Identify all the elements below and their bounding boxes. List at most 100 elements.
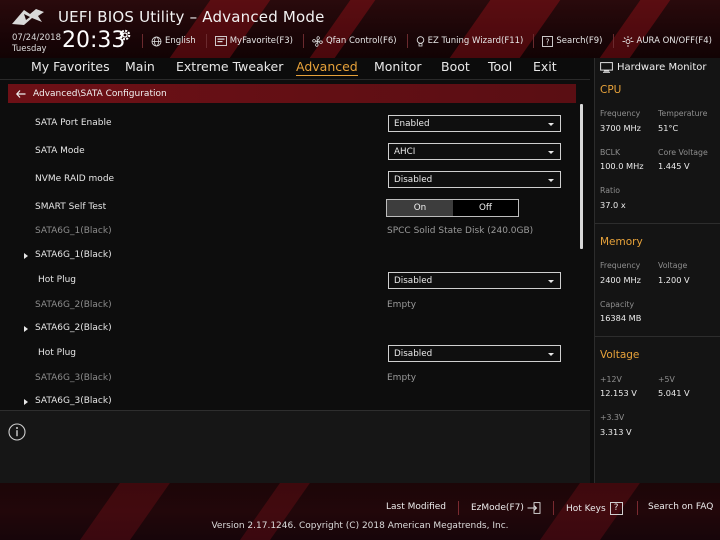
tab-tool[interactable]: Tool: [488, 59, 512, 74]
cpu-section-title: CPU: [600, 84, 622, 96]
header-toolbar: English MyFavorite(F3) Qfan Control(F6) …: [142, 33, 720, 49]
port-device-value: Empty: [387, 373, 417, 383]
info-row-sata6g-2: SATA6G_2(Black) Empty: [0, 296, 580, 318]
dropdown-caret-icon: [548, 179, 554, 182]
submenu-arrow-icon: [24, 326, 28, 332]
setting-label: Hot Plug: [38, 348, 77, 358]
ratio-value: 37.0 x: [600, 200, 626, 210]
search-on-faq-button[interactable]: Search on FAQ: [648, 502, 713, 512]
bclk-value: 100.0 MHz: [600, 161, 644, 171]
aura-icon: [622, 35, 633, 47]
copyright-text: Version 2.17.1246. Copyright (C) 2018 Am…: [211, 521, 509, 531]
submenu-label: SATA6G_1(Black): [35, 250, 112, 260]
submenu-label: SATA6G_2(Black): [35, 323, 112, 333]
gear-icon[interactable]: [118, 28, 132, 42]
v33-label: +3.3V: [600, 413, 625, 422]
ez-tuning-wizard-button[interactable]: EZ Tuning Wizard(F11): [416, 35, 524, 47]
tab-monitor[interactable]: Monitor: [374, 59, 422, 74]
footer-bar: Last Modified EzMode(F7) Hot Keys ? Sear…: [0, 483, 720, 540]
setting-row-sata-mode[interactable]: SATA Mode AHCI: [0, 142, 580, 164]
setting-label: NVMe RAID mode: [35, 174, 115, 184]
dropdown-caret-icon: [548, 123, 554, 126]
dropdown-caret-icon: [548, 353, 554, 356]
setting-row-sata-port-enable[interactable]: SATA Port Enable Enabled: [0, 114, 580, 136]
aura-toggle-button[interactable]: AURA ON/OFF(F4): [622, 35, 712, 47]
last-modified-button[interactable]: Last Modified: [386, 502, 446, 512]
rog-logo-icon: [12, 9, 44, 25]
tab-my-favorites[interactable]: My Favorites: [31, 59, 110, 74]
qfan-control-button[interactable]: Qfan Control(F6): [312, 35, 397, 47]
select-value: Disabled: [394, 276, 433, 286]
hot-keys-button[interactable]: Hot Keys ?: [566, 502, 623, 515]
hot-plug-1-select[interactable]: Disabled: [388, 272, 561, 289]
tab-boot[interactable]: Boot: [441, 59, 470, 74]
core-voltage-value: 1.445 V: [658, 161, 690, 171]
tab-extreme-tweaker[interactable]: Extreme Tweaker: [176, 59, 283, 74]
cpu-frequency-value: 3700 MHz: [600, 123, 641, 133]
toggle-off-option[interactable]: Off: [453, 200, 518, 216]
language-button[interactable]: English: [151, 36, 196, 47]
hot-keys-label: Hot Keys: [566, 503, 606, 514]
smart-self-test-toggle[interactable]: On Off: [386, 199, 519, 217]
memory-capacity-label: Capacity: [600, 300, 635, 309]
port-label: SATA6G_1(Black): [35, 226, 112, 236]
day-text: Tuesday: [12, 44, 47, 54]
tab-exit[interactable]: Exit: [533, 59, 557, 74]
settings-scrollbar[interactable]: [580, 104, 583, 249]
search-button[interactable]: ? Search(F9): [542, 35, 603, 47]
setting-row-smart-self-test[interactable]: SMART Self Test On Off: [0, 198, 580, 220]
port-device-value: Empty: [387, 300, 417, 310]
memory-frequency-label: Frequency: [600, 261, 641, 270]
dropdown-caret-icon: [548, 151, 554, 154]
submenu-arrow-icon: [24, 399, 28, 405]
sata-mode-select[interactable]: AHCI: [388, 143, 561, 160]
date-display: 07/24/2018 Tuesday: [12, 33, 61, 55]
tab-advanced[interactable]: Advanced: [296, 59, 358, 76]
setting-label: Hot Plug: [38, 275, 77, 285]
submenu-sata6g-2[interactable]: SATA6G_2(Black): [0, 319, 580, 341]
myfavorite-button[interactable]: MyFavorite(F3): [214, 36, 293, 46]
svg-text:?: ?: [546, 37, 550, 46]
hot-plug-2-select[interactable]: Disabled: [388, 345, 561, 362]
aura-label: AURA ON/OFF(F4): [636, 36, 712, 46]
setting-row-hot-plug-1[interactable]: Hot Plug Disabled: [0, 271, 580, 293]
back-arrow-icon[interactable]: [16, 89, 26, 98]
app-title: UEFI BIOS Utility – Advanced Mode: [58, 8, 325, 26]
language-label: English: [165, 36, 196, 46]
submenu-sata6g-3[interactable]: SATA6G_3(Black): [0, 392, 580, 406]
ezmode-button[interactable]: EzMode(F7): [471, 502, 541, 514]
help-key-icon: ?: [609, 502, 623, 515]
port-label: SATA6G_2(Black): [35, 300, 112, 310]
nvme-raid-mode-select[interactable]: Disabled: [388, 171, 561, 188]
select-value: Disabled: [394, 175, 433, 185]
setting-row-nvme-raid-mode[interactable]: NVMe RAID mode Disabled: [0, 170, 580, 192]
memory-capacity-value: 16384 MB: [600, 313, 642, 323]
voltage-section-title: Voltage: [600, 349, 640, 361]
memory-frequency-value: 2400 MHz: [600, 275, 641, 285]
select-value: Enabled: [394, 119, 430, 129]
myfavorite-label: MyFavorite(F3): [229, 36, 293, 46]
submenu-sata6g-1[interactable]: SATA6G_1(Black): [0, 246, 580, 268]
sata-port-enable-select[interactable]: Enabled: [388, 115, 561, 132]
v12-label: +12V: [600, 375, 622, 384]
port-label: SATA6G_3(Black): [35, 373, 112, 383]
fan-icon: [312, 35, 323, 47]
main-menu-tabs: My Favorites Main Extreme Tweaker Advanc…: [0, 58, 590, 80]
setting-label: SMART Self Test: [35, 202, 107, 212]
tab-main[interactable]: Main: [125, 59, 155, 74]
core-voltage-label: Core Voltage: [658, 148, 708, 157]
search-label: Search(F9): [556, 36, 603, 46]
ez-tuning-wizard-label: EZ Tuning Wizard(F11): [427, 36, 524, 46]
cpu-temperature-label: Temperature: [658, 109, 708, 118]
memory-section-title: Memory: [600, 236, 643, 248]
hardware-monitor-header: Hardware Monitor: [595, 58, 720, 76]
toggle-on-option[interactable]: On: [387, 200, 453, 216]
exit-arrow-icon: [527, 502, 541, 514]
setting-label: SATA Port Enable: [35, 118, 112, 128]
port-device-value: SPCC Solid State Disk (240.0GB): [387, 226, 534, 236]
select-value: AHCI: [394, 147, 416, 157]
v12-value: 12.153 V: [600, 388, 637, 398]
hardware-monitor-panel: Hardware Monitor CPU Frequency Temperatu…: [594, 58, 720, 483]
clock-time: 20:33: [62, 28, 126, 53]
setting-row-hot-plug-2[interactable]: Hot Plug Disabled: [0, 344, 580, 366]
